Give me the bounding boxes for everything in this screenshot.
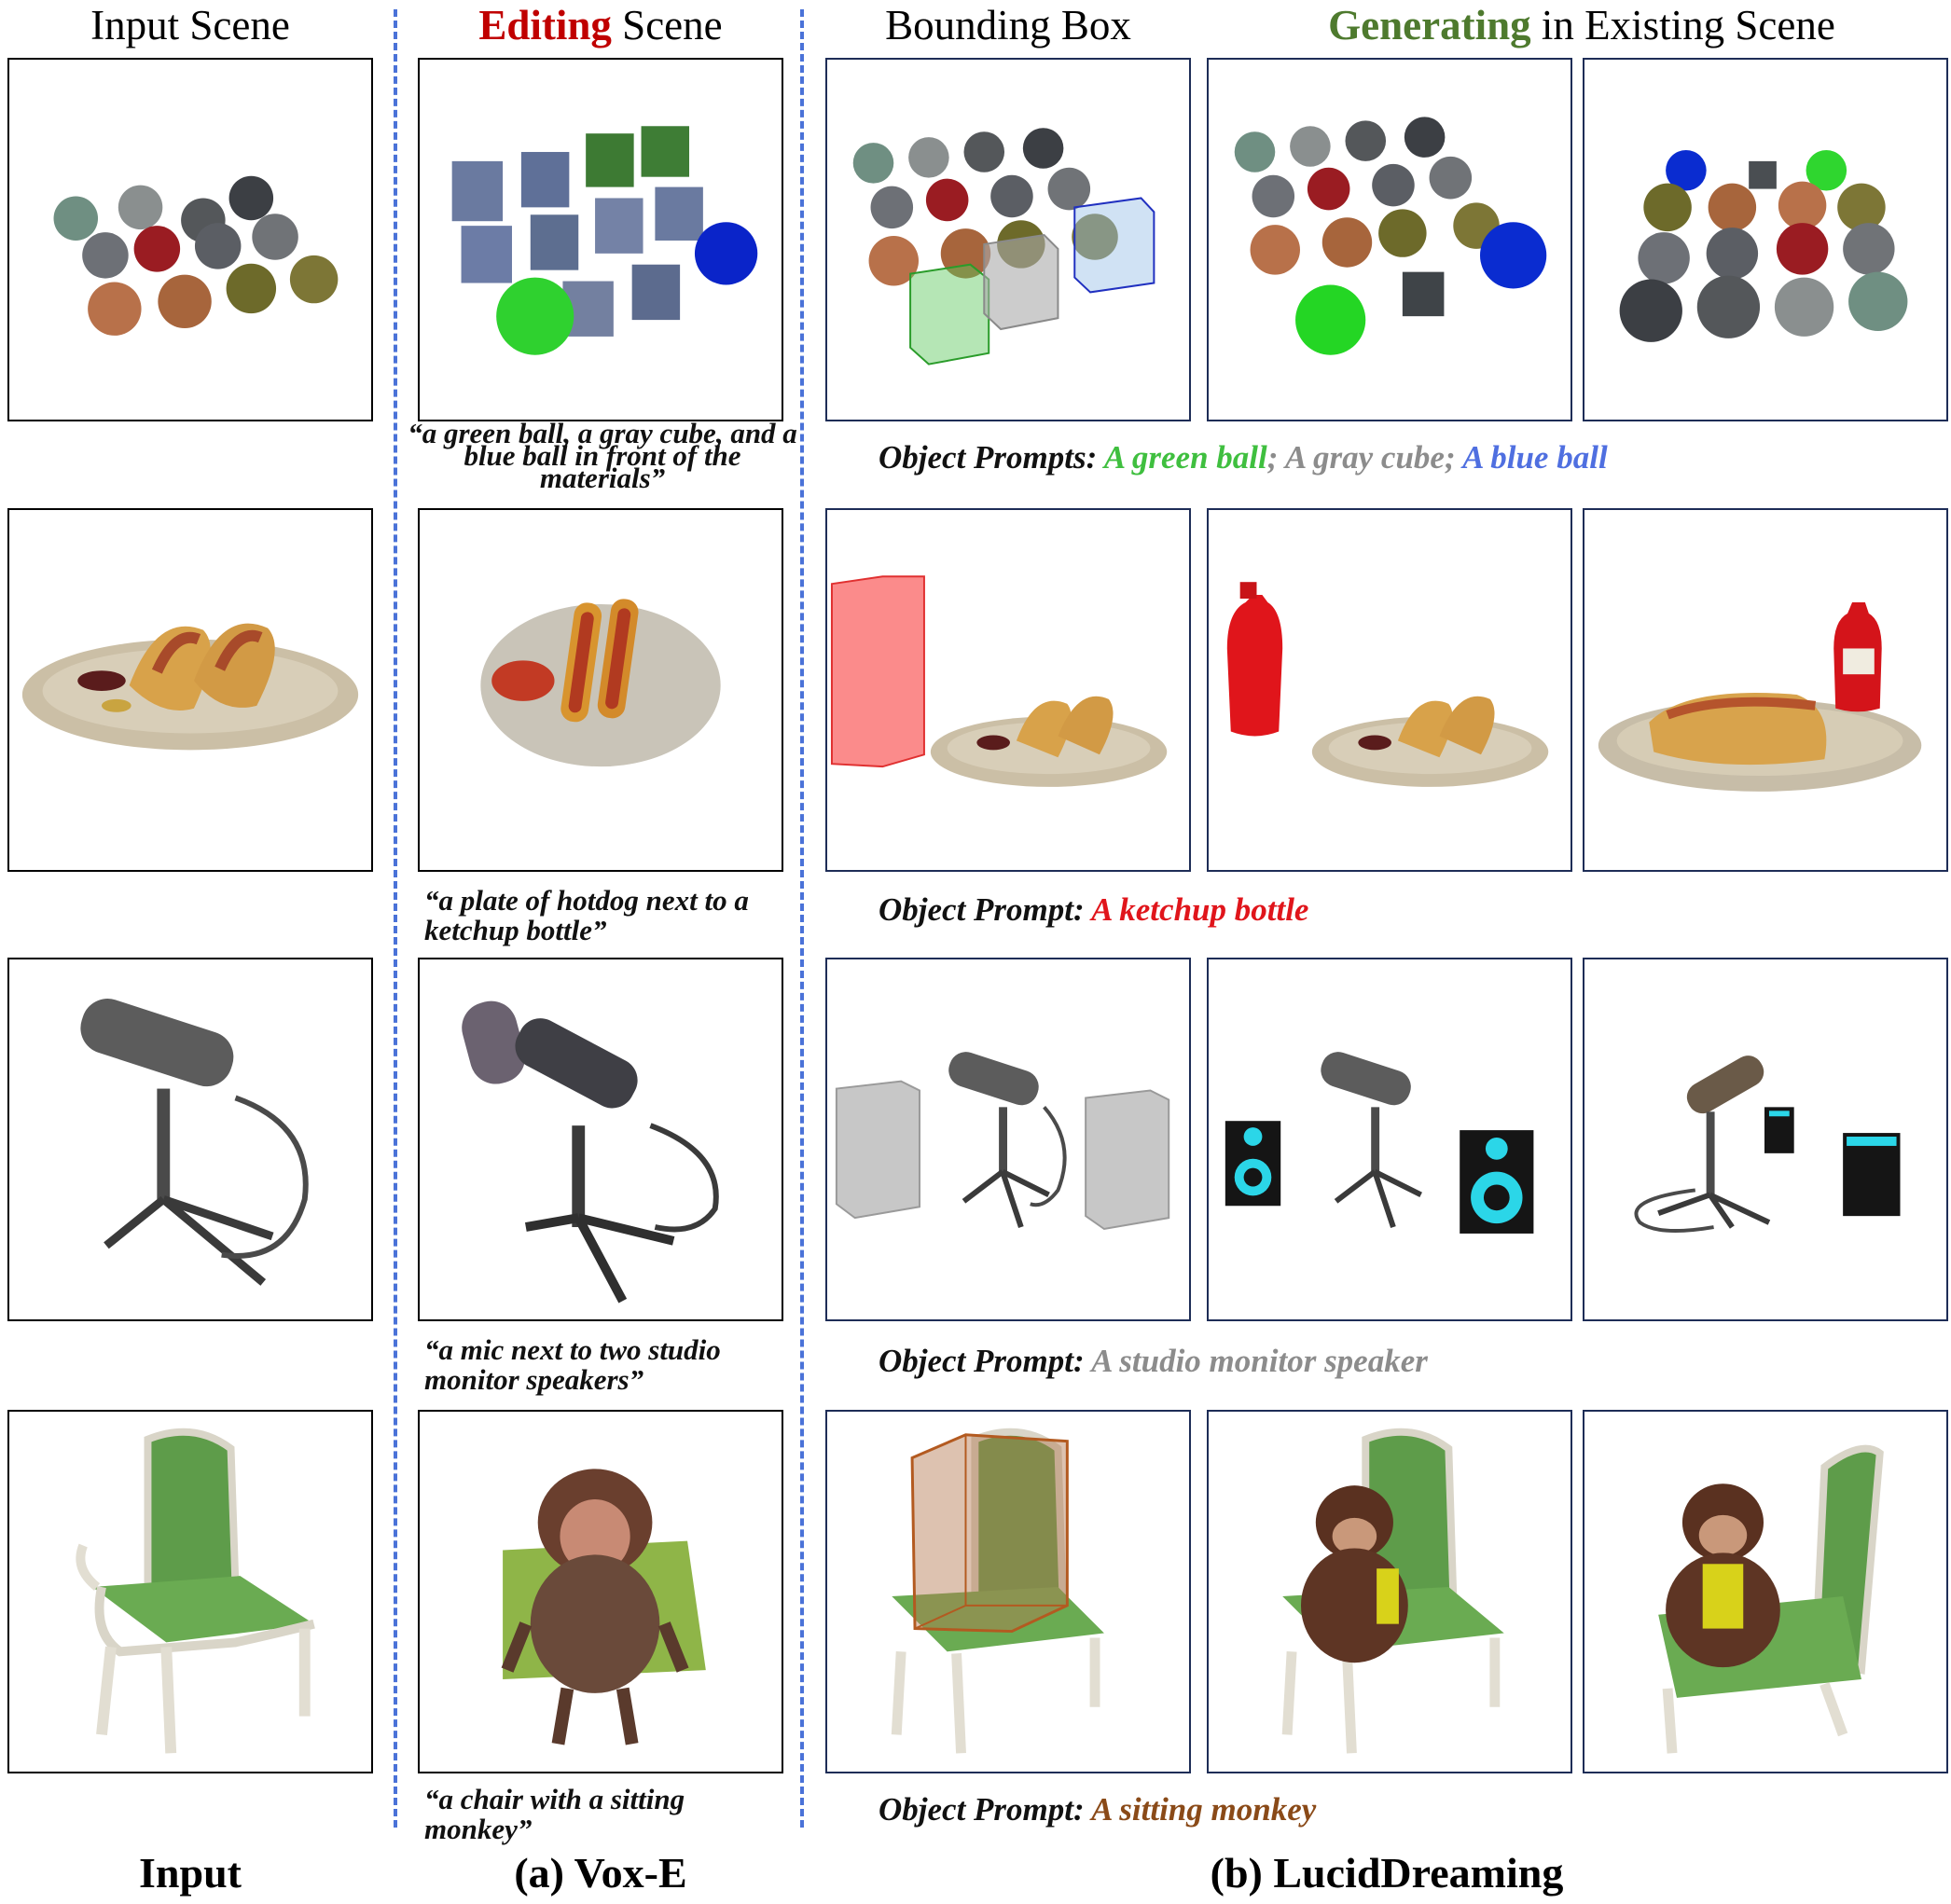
gen-panel-mic-2: [1583, 958, 1948, 1321]
header-editing-rest: Scene: [611, 2, 723, 48]
header-input-scene: Input Scene: [90, 2, 290, 48]
input-panel-mic: [7, 958, 373, 1321]
header-generating: Generating in Existing Scene: [1212, 0, 1951, 50]
caption-row4: “a chair with a sitting monkey”: [424, 1783, 685, 1845]
footer-luciddreaming: (b) LucidDreaming: [1210, 1849, 1564, 1897]
bbox-panel-hotdog: [825, 508, 1191, 872]
gen-panel-mic-1: [1207, 958, 1572, 1321]
gen-materials-image-2: [1619, 149, 1908, 342]
gen-chair-monkey-image-1: [1281, 1428, 1504, 1754]
divider-left: [394, 9, 397, 1828]
header-generating-rest: in Existing Scene: [1530, 2, 1835, 48]
prompt-row1-sep1: ;: [1266, 439, 1285, 476]
input-panel-chair: [7, 1410, 373, 1773]
gen-panel-hotdog-1: [1207, 508, 1572, 872]
caption-row1: “a green ball, a gray cube, and a blue b…: [408, 417, 797, 494]
voxe-panel-materials: [418, 58, 783, 421]
voxe-hotdog-image: [480, 599, 721, 767]
header-generating-word: Generating: [1328, 2, 1531, 48]
header-editing-word: Editing: [478, 2, 612, 48]
prompt-row4-monkey: A sitting monkey: [1091, 1791, 1317, 1828]
bbox-panel-materials: [825, 58, 1191, 421]
header-bounding-box: Bounding Box: [885, 2, 1131, 48]
bbox-mic-image: [835, 1052, 1170, 1231]
prompt-row1-green: A green ball: [1103, 439, 1267, 476]
input-panel-materials: [7, 58, 373, 421]
prompt-row2-ketchup: A ketchup bottle: [1091, 891, 1309, 928]
gen-panel-hotdog-2: [1583, 508, 1948, 872]
header-editing-scene: Editing Scene: [418, 0, 783, 50]
bbox-panel-chair: [825, 1410, 1191, 1773]
prompt-row1-blue: A blue ball: [1462, 439, 1608, 476]
divider-right: [800, 9, 804, 1828]
gen-panel-materials-1: [1207, 58, 1572, 421]
gen-panel-chair-2: [1583, 1410, 1948, 1773]
caption-row3: “a mic next to two studio monitor speake…: [424, 1333, 721, 1396]
prompt-row1-gray: A gray cube: [1284, 439, 1445, 476]
gen-mic-image-2: [1634, 1055, 1901, 1233]
footer-input: Input: [139, 1849, 242, 1897]
prompt-row4: Object Prompt: A sitting monkey: [879, 1791, 1316, 1828]
figure: Input Scene Editing Scene Bounding Box G…: [0, 0, 1951, 1904]
input-panel-hotdog: [7, 508, 373, 872]
chair-image: [76, 1428, 315, 1754]
voxe-panel-chair: [418, 1410, 783, 1773]
bbox-panel-mic: [825, 958, 1191, 1321]
prompt-row4-label: Object Prompt:: [879, 1791, 1092, 1828]
gen-mic-image-1: [1225, 1052, 1534, 1234]
prompt-row2-label: Object Prompt:: [879, 891, 1092, 928]
gen-chair-monkey-image-2: [1658, 1444, 1884, 1754]
hotdog-plate-image: [21, 623, 359, 751]
mic-image: [80, 999, 309, 1286]
prompt-row3-label: Object Prompt:: [879, 1343, 1092, 1379]
prompt-row3-speaker: A studio monitor speaker: [1091, 1343, 1428, 1379]
prompt-row2: Object Prompt: A ketchup bottle: [879, 891, 1308, 929]
voxe-mic-image: [462, 1000, 719, 1304]
gen-panel-chair-1: [1207, 1410, 1572, 1773]
bbox-materials-image: [852, 128, 1155, 366]
prompt-row1-sep2: ;: [1444, 439, 1463, 476]
materials-balls-image: [53, 175, 339, 336]
voxe-chair-monkey-image: [501, 1469, 706, 1745]
prompt-row3: Object Prompt: A studio monitor speaker: [879, 1343, 1428, 1380]
prompt-row1: Object Prompts: A green ball; A gray cub…: [879, 439, 1608, 476]
footer-voxe: (a) Vox-E: [514, 1849, 687, 1897]
voxe-panel-mic: [418, 958, 783, 1321]
gen-hotdog-image-1: [1226, 582, 1549, 787]
gen-materials-image-1: [1234, 117, 1547, 355]
prompt-row1-label: Object Prompts:: [879, 439, 1104, 476]
voxe-panel-hotdog: [418, 508, 783, 872]
gen-hotdog-image-2: [1598, 601, 1922, 792]
voxe-materials-image: [451, 126, 758, 355]
bbox-chair-image: [891, 1428, 1104, 1754]
gen-panel-materials-2: [1583, 58, 1948, 421]
bbox-hotdog-image: [830, 575, 1168, 787]
caption-row2: “a plate of hotdog next to a ketchup bot…: [424, 884, 749, 946]
